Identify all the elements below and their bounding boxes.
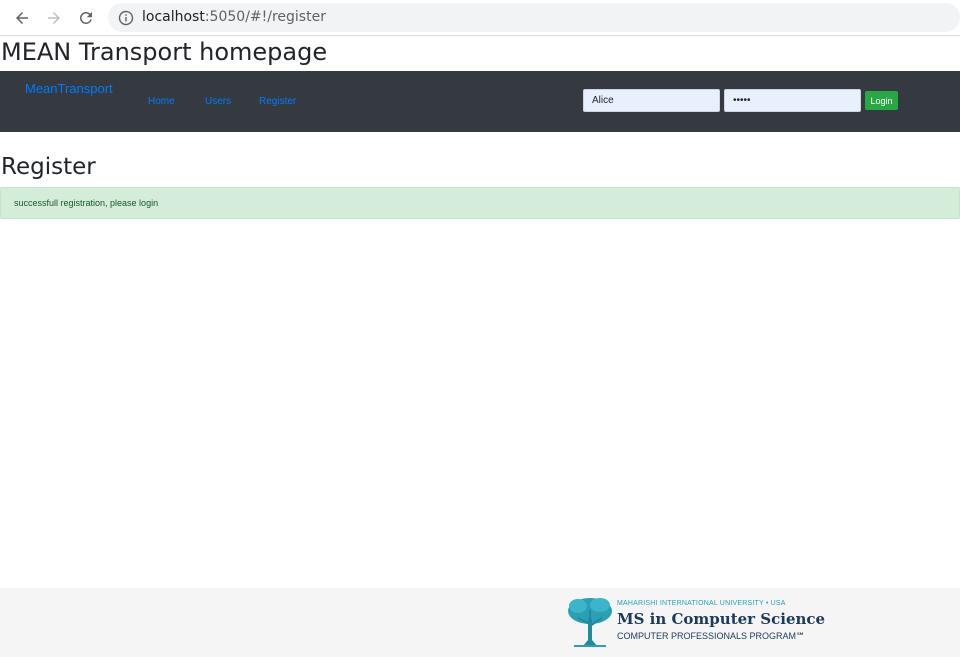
back-arrow-icon[interactable] (10, 6, 34, 30)
browser-toolbar: localhost:5050/#!/register (0, 0, 960, 36)
footer: MAHARISHI INTERNATIONAL UNIVERSITY • USA… (0, 588, 960, 657)
alert-message: successfull registration, please login (14, 198, 159, 208)
username-input[interactable] (583, 89, 720, 112)
login-button[interactable]: Login (865, 91, 898, 110)
nav-link-register[interactable]: Register (259, 96, 296, 107)
forward-arrow-icon[interactable] (42, 6, 66, 30)
info-icon[interactable] (118, 10, 134, 26)
url-host: localhost (142, 9, 205, 25)
register-heading: Register (1, 154, 96, 180)
navbar-brand[interactable]: MeanTransport (25, 81, 113, 96)
nav-link-users[interactable]: Users (205, 96, 231, 107)
logo-main-text: MS in Computer Science (617, 610, 826, 628)
address-bar[interactable]: localhost:5050/#!/register (108, 3, 960, 32)
navbar: MeanTransport Home Users Register Login (0, 71, 960, 132)
url-text: localhost:5050/#!/register (142, 9, 326, 25)
university-logo: MAHARISHI INTERNATIONAL UNIVERSITY • USA… (566, 596, 825, 648)
page-title: MEAN Transport homepage (1, 38, 328, 66)
reload-icon[interactable] (74, 6, 98, 30)
logo-sub-text: COMPUTER PROFESSIONALS PROGRAM℠ (617, 631, 806, 641)
password-input[interactable] (724, 89, 861, 112)
logo-top-text: MAHARISHI INTERNATIONAL UNIVERSITY • USA (617, 600, 786, 607)
success-alert: successfull registration, please login (0, 187, 960, 219)
tree-logo-icon (568, 598, 612, 647)
nav-link-home[interactable]: Home (148, 96, 175, 107)
url-path: :5050/#!/register (204, 9, 326, 25)
